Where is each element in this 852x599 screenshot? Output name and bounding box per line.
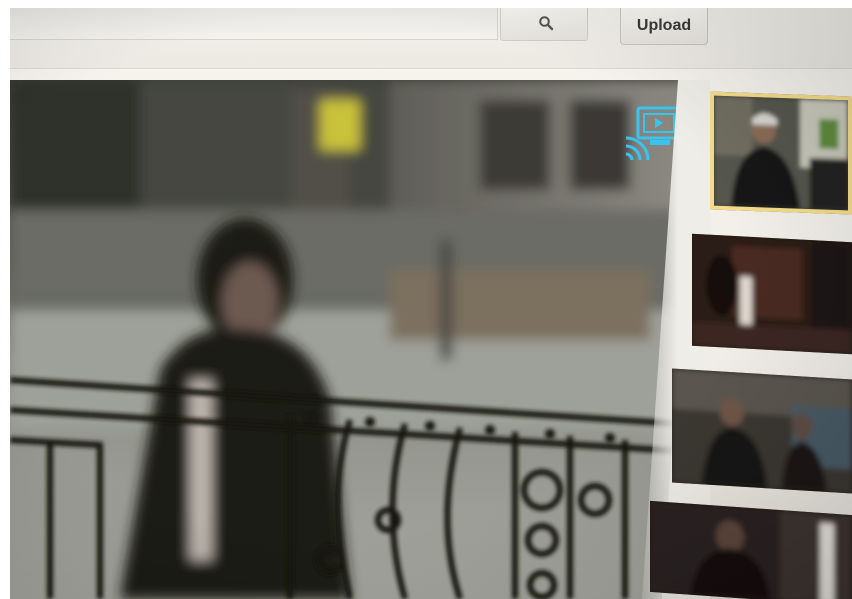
related-video-thumbnail-selected[interactable] (710, 91, 852, 215)
thumbnail-image (714, 95, 848, 211)
search-icon (539, 16, 554, 31)
thumbnail-image (650, 500, 852, 599)
upload-button[interactable]: Upload (620, 8, 708, 45)
search-input[interactable] (10, 8, 497, 39)
thumbnail-image (692, 233, 852, 355)
video-player[interactable] (10, 80, 696, 599)
masthead: Upload (10, 8, 852, 69)
thumbnail-image (672, 368, 852, 494)
video-frame (10, 80, 696, 599)
related-video-thumbnail[interactable] (650, 500, 852, 599)
related-video-thumbnail[interactable] (672, 368, 852, 494)
search-button[interactable] (500, 8, 588, 41)
video-site-screen: Upload (10, 8, 852, 599)
search-field[interactable] (10, 8, 498, 40)
related-video-thumbnail[interactable] (692, 233, 852, 355)
page: Upload (0, 0, 852, 599)
